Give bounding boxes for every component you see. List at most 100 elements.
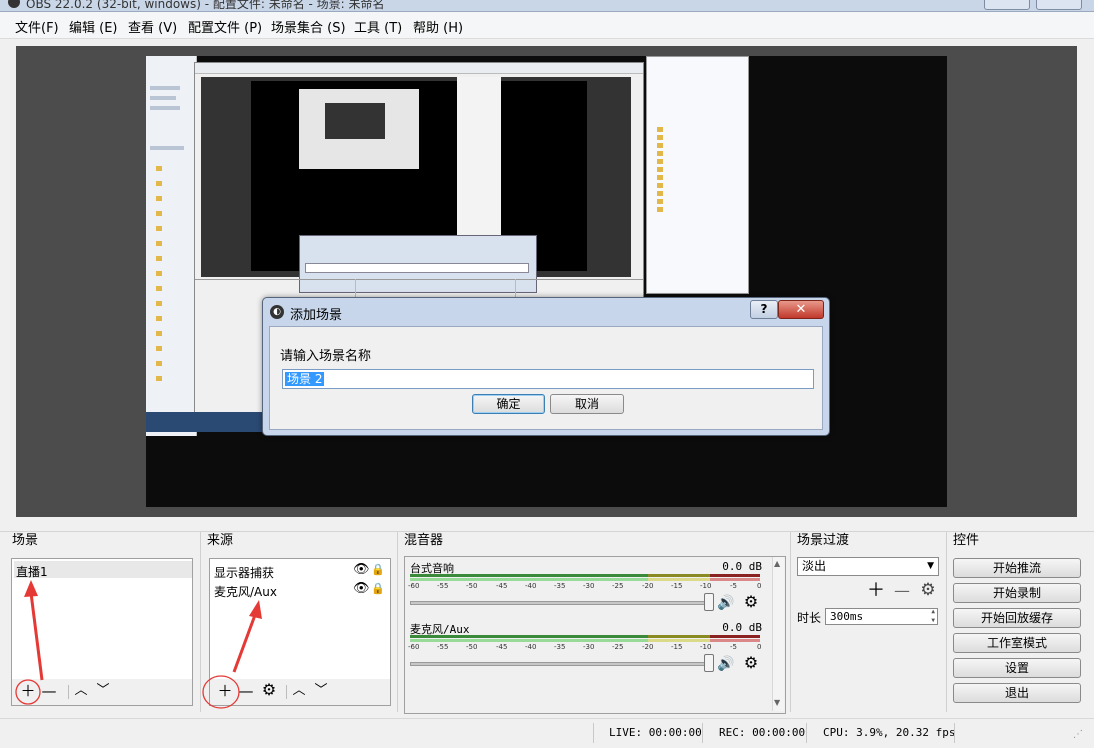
sources-toolbar: ＋ — ⚙ ︿ ﹀ bbox=[209, 679, 391, 706]
menu-profile[interactable]: 配置文件 (P) bbox=[188, 17, 262, 36]
move-down-chevron-icon[interactable]: ﹀ bbox=[94, 683, 112, 699]
scene-name-value: 场景 2 bbox=[285, 372, 325, 386]
live-timer: LIVE: 00:00:00 bbox=[609, 726, 702, 739]
help-button[interactable]: ? bbox=[750, 300, 778, 319]
audio-settings-gear-icon[interactable]: ⚙ bbox=[742, 655, 760, 671]
dock-divider[interactable] bbox=[946, 532, 947, 712]
dock-divider[interactable] bbox=[790, 532, 791, 712]
sources-dock-title: 来源 bbox=[207, 533, 234, 548]
dock-divider[interactable] bbox=[200, 532, 201, 712]
mixer-dock-title: 混音器 bbox=[404, 533, 444, 548]
move-up-chevron-icon[interactable]: ︿ bbox=[72, 683, 90, 699]
spin-arrows-icon[interactable]: ▲ ▼ bbox=[931, 607, 935, 625]
speaker-volume-icon[interactable]: 🔊 bbox=[717, 595, 735, 611]
sources-list[interactable]: 显示器捕获 麦克风/Aux 👁 🔒 👁 🔒 bbox=[209, 558, 391, 680]
source-item-mic-aux[interactable]: 麦克风/Aux bbox=[214, 583, 277, 600]
status-bar: LIVE: 00:00:00 REC: 00:00:00 CPU: 3.9%, … bbox=[0, 718, 1094, 748]
preview-canvas[interactable] bbox=[146, 56, 947, 507]
minimize-button[interactable] bbox=[984, 0, 1030, 10]
menu-help[interactable]: 帮助 (H) bbox=[413, 17, 463, 36]
volume-meter bbox=[410, 574, 760, 577]
toolbar-separator bbox=[286, 685, 287, 699]
toolbar-separator bbox=[68, 685, 69, 699]
move-up-chevron-icon[interactable]: ︿ bbox=[290, 683, 308, 699]
tick-label: -15 bbox=[671, 582, 683, 590]
volume-slider-handle[interactable] bbox=[704, 654, 714, 672]
tick-label: 0 bbox=[757, 582, 762, 590]
visibility-eye-icon[interactable]: 👁 bbox=[353, 581, 370, 597]
add-scene-dialog: ◐ 添加场景 ? ✕ 请输入场景名称 场景 2 确定 取消 bbox=[262, 297, 830, 436]
tick-label: -5 bbox=[730, 582, 737, 590]
resize-grip-icon[interactable]: ⋰ bbox=[1073, 729, 1083, 740]
studio-mode-button[interactable]: 工作室模式 bbox=[953, 633, 1081, 653]
scroll-up-arrow-icon[interactable]: ▲ bbox=[774, 559, 780, 568]
tick-label: -55 bbox=[437, 582, 449, 590]
close-window-button[interactable] bbox=[1036, 0, 1082, 10]
transitions-dock-title: 场景过渡 bbox=[797, 533, 850, 548]
tick-label: -55 bbox=[437, 643, 449, 651]
add-source-plus-icon[interactable]: ＋ bbox=[216, 683, 234, 699]
status-separator bbox=[806, 723, 807, 743]
scenes-list[interactable]: 直播1 bbox=[11, 558, 193, 680]
status-separator bbox=[954, 723, 955, 743]
menu-edit[interactable]: 编辑 (E) bbox=[69, 17, 118, 36]
meter-scale: -60 -55 -50 -45 -40 -35 -30 -25 -20 -15 … bbox=[408, 643, 761, 651]
obs-logo-icon bbox=[8, 0, 20, 8]
source-properties-gear-icon[interactable]: ⚙ bbox=[260, 682, 278, 698]
menu-file[interactable]: 文件(F) bbox=[15, 17, 59, 36]
menu-view[interactable]: 查看 (V) bbox=[128, 17, 177, 36]
mixer-channel-db: 0.0 dB bbox=[722, 621, 762, 634]
tick-label: -40 bbox=[525, 643, 537, 651]
close-button[interactable]: ✕ bbox=[778, 300, 824, 319]
audio-settings-gear-icon[interactable]: ⚙ bbox=[742, 594, 760, 610]
speaker-volume-icon[interactable]: 🔊 bbox=[717, 656, 735, 672]
title-bar: OBS 22.0.2 (32-bit, windows) - 配置文件: 未命名… bbox=[0, 0, 1094, 12]
duration-value: 300ms bbox=[830, 610, 864, 623]
volume-meter bbox=[410, 635, 760, 638]
source-item-display-capture[interactable]: 显示器捕获 bbox=[214, 564, 274, 581]
tick-label: -60 bbox=[408, 643, 420, 651]
volume-slider-track[interactable] bbox=[410, 601, 706, 605]
dialog-title: 添加场景 bbox=[290, 308, 343, 323]
ok-button[interactable]: 确定 bbox=[472, 394, 545, 414]
transition-properties-gear-icon[interactable]: ⚙ bbox=[918, 582, 938, 599]
scene-item-live1[interactable]: 直播1 bbox=[16, 563, 48, 580]
menu-tools[interactable]: 工具 (T) bbox=[354, 17, 402, 36]
lock-icon[interactable]: 🔒 bbox=[371, 581, 385, 597]
volume-slider-handle[interactable] bbox=[704, 593, 714, 611]
add-transition-plus-icon[interactable]: ＋ bbox=[866, 582, 886, 600]
start-replay-buffer-button[interactable]: 开始回放缓存 bbox=[953, 608, 1081, 628]
remove-scene-minus-icon[interactable]: — bbox=[40, 683, 58, 699]
start-streaming-button[interactable]: 开始推流 bbox=[953, 558, 1081, 578]
controls-dock-title: 控件 bbox=[953, 533, 980, 548]
add-scene-plus-icon[interactable]: ＋ bbox=[19, 683, 37, 699]
move-down-chevron-icon[interactable]: ﹀ bbox=[312, 683, 330, 699]
start-recording-button[interactable]: 开始录制 bbox=[953, 583, 1081, 603]
dock-divider[interactable] bbox=[397, 532, 398, 712]
menu-scene-collection[interactable]: 场景集合 (S) bbox=[271, 17, 346, 36]
volume-slider-track[interactable] bbox=[410, 662, 706, 666]
visibility-eye-icon[interactable]: 👁 bbox=[353, 562, 370, 578]
rec-timer: REC: 00:00:00 bbox=[719, 726, 806, 739]
meter-scale: -60 -55 -50 -45 -40 -35 -30 -25 -20 -15 … bbox=[408, 582, 762, 590]
exit-button[interactable]: 退出 bbox=[953, 683, 1081, 703]
lock-icon[interactable]: 🔒 bbox=[371, 562, 385, 578]
volume-meter bbox=[410, 578, 760, 581]
dialog-body: 请输入场景名称 场景 2 确定 取消 bbox=[269, 326, 823, 430]
dock-top-border bbox=[0, 531, 1094, 532]
tick-label: -20 bbox=[642, 582, 654, 590]
transition-select[interactable]: 淡出 ▼ bbox=[797, 557, 939, 576]
cancel-button[interactable]: 取消 bbox=[550, 394, 624, 414]
tick-label: -35 bbox=[554, 582, 566, 590]
scene-name-input[interactable]: 场景 2 bbox=[282, 369, 814, 389]
remove-source-minus-icon[interactable]: — bbox=[237, 683, 255, 699]
transition-selected-value: 淡出 bbox=[802, 559, 827, 573]
remove-transition-minus-icon[interactable]: — bbox=[892, 583, 912, 599]
scroll-down-arrow-icon[interactable]: ▼ bbox=[774, 698, 780, 707]
captured-file-manager bbox=[646, 56, 749, 294]
mixer-scrollbar[interactable]: ▲ ▼ bbox=[772, 557, 784, 711]
window-title: OBS 22.0.2 (32-bit, windows) - 配置文件: 未命名… bbox=[26, 0, 385, 11]
settings-button[interactable]: 设置 bbox=[953, 658, 1081, 678]
volume-meter bbox=[410, 639, 760, 642]
duration-spinbox[interactable]: 300ms ▲ ▼ bbox=[825, 608, 938, 625]
